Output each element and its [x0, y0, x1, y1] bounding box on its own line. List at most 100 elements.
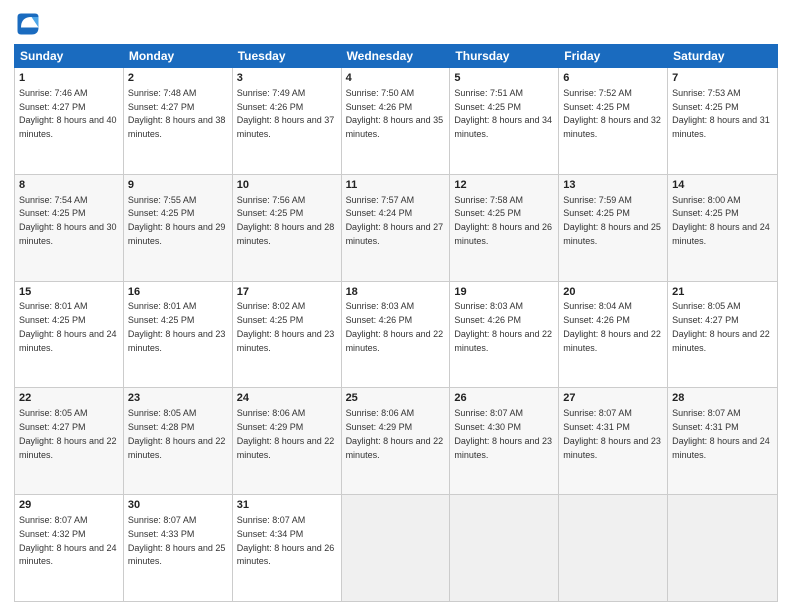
cell-info: Sunrise: 8:02 AMSunset: 4:25 PMDaylight:…: [237, 301, 335, 352]
calendar-cell-5: 5Sunrise: 7:51 AMSunset: 4:25 PMDaylight…: [450, 68, 559, 174]
day-number: 2: [128, 71, 228, 86]
header-day-saturday: Saturday: [668, 45, 777, 67]
day-number: 31: [237, 498, 337, 513]
header-day-sunday: Sunday: [15, 45, 124, 67]
cell-info: Sunrise: 8:07 AMSunset: 4:31 PMDaylight:…: [563, 408, 661, 459]
header-day-thursday: Thursday: [450, 45, 559, 67]
cell-info: Sunrise: 7:55 AMSunset: 4:25 PMDaylight:…: [128, 195, 226, 246]
calendar-body: 1Sunrise: 7:46 AMSunset: 4:27 PMDaylight…: [14, 68, 778, 602]
calendar-cell-25: 25 Sunrise: 8:06 AMSunset: 4:29 PMDayligh…: [342, 388, 451, 494]
calendar-cell-26: 26 Sunrise: 8:07 AMSunset: 4:30 PMDayligh…: [450, 388, 559, 494]
day-number: 15: [19, 285, 119, 300]
day-number: 21: [672, 285, 773, 300]
day-number: 8: [19, 178, 119, 193]
day-number: 6: [563, 71, 663, 86]
header-day-friday: Friday: [559, 45, 668, 67]
cell-info: Sunrise: 8:05 AMSunset: 4:28 PMDaylight:…: [128, 408, 226, 459]
cell-info: Sunrise: 8:04 AMSunset: 4:26 PMDaylight:…: [563, 301, 661, 352]
calendar-cell-30: 30 Sunrise: 8:07 AMSunset: 4:33 PMDayligh…: [124, 495, 233, 601]
calendar-cell-19: 19Sunrise: 8:03 AMSunset: 4:26 PMDayligh…: [450, 282, 559, 388]
day-number: 16: [128, 285, 228, 300]
cell-info: Sunrise: 7:57 AMSunset: 4:24 PMDaylight:…: [346, 195, 444, 246]
day-number: 3: [237, 71, 337, 86]
calendar-header: SundayMondayTuesdayWednesdayThursdayFrid…: [14, 44, 778, 68]
calendar-cell-14: 14 Sunrise: 8:00 AMSunset: 4:25 PMDayligh…: [668, 175, 777, 281]
calendar-cell-18: 18Sunrise: 8:03 AMSunset: 4:26 PMDayligh…: [342, 282, 451, 388]
day-number: 28: [672, 391, 773, 406]
calendar-row-5: 29Sunrise: 8:07 AMSunset: 4:32 PMDayligh…: [15, 495, 777, 601]
cell-info: Sunrise: 8:07 AMSunset: 4:32 PMDaylight:…: [19, 515, 117, 566]
calendar-cell-empty: [559, 495, 668, 601]
day-number: 24: [237, 391, 337, 406]
logo: [14, 10, 46, 38]
calendar-cell-22: 22Sunrise: 8:05 AMSunset: 4:27 PMDayligh…: [15, 388, 124, 494]
cell-info: Sunrise: 7:54 AMSunset: 4:25 PMDaylight:…: [19, 195, 117, 246]
day-number: 27: [563, 391, 663, 406]
cell-info: Sunrise: 7:51 AMSunset: 4:25 PMDaylight:…: [454, 88, 552, 139]
header-day-wednesday: Wednesday: [342, 45, 451, 67]
day-number: 19: [454, 285, 554, 300]
day-number: 7: [672, 71, 773, 86]
calendar-row-1: 1Sunrise: 7:46 AMSunset: 4:27 PMDaylight…: [15, 68, 777, 175]
calendar-cell-9: 9Sunrise: 7:55 AMSunset: 4:25 PMDaylight…: [124, 175, 233, 281]
cell-info: Sunrise: 7:56 AMSunset: 4:25 PMDaylight:…: [237, 195, 335, 246]
day-number: 14: [672, 178, 773, 193]
day-number: 4: [346, 71, 446, 86]
cell-info: Sunrise: 7:49 AMSunset: 4:26 PMDaylight:…: [237, 88, 335, 139]
calendar-cell-27: 27 Sunrise: 8:07 AMSunset: 4:31 PMDayligh…: [559, 388, 668, 494]
calendar-cell-11: 11 Sunrise: 7:57 AMSunset: 4:24 PMDayligh…: [342, 175, 451, 281]
cell-info: Sunrise: 8:06 AMSunset: 4:29 PMDaylight:…: [346, 408, 444, 459]
calendar-cell-3: 3 Sunrise: 7:49 AMSunset: 4:26 PMDaylight…: [233, 68, 342, 174]
day-number: 30: [128, 498, 228, 513]
calendar-cell-empty: [668, 495, 777, 601]
calendar-cell-16: 16Sunrise: 8:01 AMSunset: 4:25 PMDayligh…: [124, 282, 233, 388]
page: SundayMondayTuesdayWednesdayThursdayFrid…: [0, 0, 792, 612]
day-number: 22: [19, 391, 119, 406]
calendar-cell-29: 29Sunrise: 8:07 AMSunset: 4:32 PMDayligh…: [15, 495, 124, 601]
calendar-cell-4: 4 Sunrise: 7:50 AMSunset: 4:26 PMDaylight…: [342, 68, 451, 174]
calendar-cell-15: 15Sunrise: 8:01 AMSunset: 4:25 PMDayligh…: [15, 282, 124, 388]
day-number: 11: [346, 178, 446, 193]
cell-info: Sunrise: 8:03 AMSunset: 4:26 PMDaylight:…: [454, 301, 552, 352]
day-number: 26: [454, 391, 554, 406]
cell-info: Sunrise: 8:01 AMSunset: 4:25 PMDaylight:…: [128, 301, 226, 352]
day-number: 23: [128, 391, 228, 406]
day-number: 20: [563, 285, 663, 300]
calendar-cell-6: 6Sunrise: 7:52 AMSunset: 4:25 PMDaylight…: [559, 68, 668, 174]
calendar-cell-24: 24 Sunrise: 8:06 AMSunset: 4:29 PMDayligh…: [233, 388, 342, 494]
day-number: 18: [346, 285, 446, 300]
calendar: SundayMondayTuesdayWednesdayThursdayFrid…: [14, 44, 778, 602]
calendar-cell-empty: [450, 495, 559, 601]
cell-info: Sunrise: 8:07 AMSunset: 4:33 PMDaylight:…: [128, 515, 226, 566]
calendar-row-3: 15Sunrise: 8:01 AMSunset: 4:25 PMDayligh…: [15, 282, 777, 389]
cell-info: Sunrise: 8:07 AMSunset: 4:34 PMDaylight:…: [237, 515, 335, 566]
cell-info: Sunrise: 7:58 AMSunset: 4:25 PMDaylight:…: [454, 195, 552, 246]
calendar-cell-20: 20Sunrise: 8:04 AMSunset: 4:26 PMDayligh…: [559, 282, 668, 388]
header-day-monday: Monday: [124, 45, 233, 67]
calendar-cell-7: 7Sunrise: 7:53 AMSunset: 4:25 PMDaylight…: [668, 68, 777, 174]
header-day-tuesday: Tuesday: [233, 45, 342, 67]
day-number: 13: [563, 178, 663, 193]
logo-icon: [14, 10, 42, 38]
calendar-cell-2: 2 Sunrise: 7:48 AMSunset: 4:27 PMDaylight…: [124, 68, 233, 174]
calendar-cell-23: 23 Sunrise: 8:05 AMSunset: 4:28 PMDayligh…: [124, 388, 233, 494]
cell-info: Sunrise: 8:07 AMSunset: 4:31 PMDaylight:…: [672, 408, 770, 459]
calendar-cell-13: 13Sunrise: 7:59 AMSunset: 4:25 PMDayligh…: [559, 175, 668, 281]
cell-info: Sunrise: 8:01 AMSunset: 4:25 PMDaylight:…: [19, 301, 117, 352]
day-number: 25: [346, 391, 446, 406]
cell-info: Sunrise: 7:48 AMSunset: 4:27 PMDaylight:…: [128, 88, 226, 139]
day-number: 17: [237, 285, 337, 300]
calendar-cell-12: 12 Sunrise: 7:58 AMSunset: 4:25 PMDayligh…: [450, 175, 559, 281]
day-number: 12: [454, 178, 554, 193]
calendar-row-4: 22Sunrise: 8:05 AMSunset: 4:27 PMDayligh…: [15, 388, 777, 495]
cell-info: Sunrise: 8:06 AMSunset: 4:29 PMDaylight:…: [237, 408, 335, 459]
cell-info: Sunrise: 7:50 AMSunset: 4:26 PMDaylight:…: [346, 88, 444, 139]
cell-info: Sunrise: 8:07 AMSunset: 4:30 PMDaylight:…: [454, 408, 552, 459]
calendar-cell-10: 10 Sunrise: 7:56 AMSunset: 4:25 PMDayligh…: [233, 175, 342, 281]
calendar-cell-8: 8 Sunrise: 7:54 AMSunset: 4:25 PMDaylight…: [15, 175, 124, 281]
calendar-cell-31: 31 Sunrise: 8:07 AMSunset: 4:34 PMDayligh…: [233, 495, 342, 601]
calendar-cell-17: 17Sunrise: 8:02 AMSunset: 4:25 PMDayligh…: [233, 282, 342, 388]
cell-info: Sunrise: 8:00 AMSunset: 4:25 PMDaylight:…: [672, 195, 770, 246]
day-number: 10: [237, 178, 337, 193]
calendar-cell-empty: [342, 495, 451, 601]
